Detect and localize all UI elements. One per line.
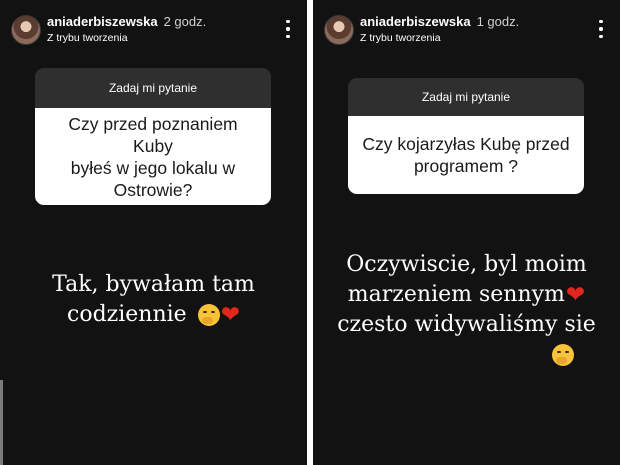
question-line: Czy kojarzyłas Kubę przed	[362, 134, 570, 154]
story-panel-right[interactable]: aniaderbiszewska 1 godz. Z trybu tworzeni…	[313, 0, 620, 465]
post-time: 1 godz.	[476, 14, 520, 29]
story-header: aniaderbiszewska 1 godz. Z trybu tworzeni…	[313, 8, 620, 48]
username-text: aniaderbiszewska	[360, 14, 471, 29]
question-line: byłeś w jego lokalu w	[70, 157, 236, 178]
username[interactable]: aniaderbiszewska 2 godz.	[47, 14, 206, 29]
story-subtitle: Z trybu tworzenia	[47, 32, 128, 44]
answer-line: czesto widywaliśmy sie	[337, 312, 596, 337]
question-line: Czy przed poznaniem Kuby	[68, 113, 238, 156]
question-sticker-header: Zadaj mi pytanie	[348, 78, 584, 116]
question-line: Ostrowie?	[113, 179, 193, 200]
shushing-face-emoji	[552, 344, 574, 366]
answer-line-text: marzeniem sennym	[347, 282, 565, 307]
more-options-icon[interactable]	[281, 18, 295, 40]
shushing-face-emoji	[197, 304, 220, 326]
question-sticker-header: Zadaj mi pytanie	[35, 68, 271, 108]
question-line: programem ?	[413, 156, 519, 176]
username-text: aniaderbiszewska	[47, 14, 158, 29]
answer-text: Oczywiscie, byl moim marzeniem sennym❤ c…	[313, 250, 620, 370]
answer-emoji-line	[313, 340, 620, 370]
answer-line-text: codziennie	[67, 302, 187, 327]
avatar[interactable]	[11, 15, 41, 45]
question-sticker-text: Czy kojarzyłas Kubę przed programem ?	[348, 116, 584, 194]
answer-line: marzeniem sennym❤	[313, 280, 620, 310]
answer-line: Tak, bywałam tam	[52, 272, 255, 297]
answer-line: codziennie ❤	[0, 300, 307, 330]
red-heart-emoji: ❤	[565, 282, 586, 308]
story-subtitle: Z trybu tworzenia	[360, 32, 441, 44]
post-time: 2 godz.	[163, 14, 207, 29]
story-panel-left[interactable]: aniaderbiszewska 2 godz. Z trybu tworzeni…	[0, 0, 307, 465]
question-sticker: Zadaj mi pytanie Czy przed poznaniem Kub…	[35, 68, 271, 205]
more-options-icon[interactable]	[594, 18, 608, 40]
avatar[interactable]	[324, 15, 354, 45]
story-scroll-indicator	[0, 380, 3, 465]
question-sticker: Zadaj mi pytanie Czy kojarzyłas Kubę prz…	[348, 78, 584, 194]
answer-line: Oczywiscie, byl moim	[346, 252, 587, 277]
question-sticker-text: Czy przed poznaniem Kuby byłeś w jego lo…	[35, 108, 271, 205]
username[interactable]: aniaderbiszewska 1 godz.	[360, 14, 519, 29]
answer-text: Tak, bywałam tam codziennie ❤	[0, 270, 307, 330]
red-heart-emoji: ❤	[220, 302, 240, 328]
story-header: aniaderbiszewska 2 godz. Z trybu tworzeni…	[0, 8, 307, 48]
